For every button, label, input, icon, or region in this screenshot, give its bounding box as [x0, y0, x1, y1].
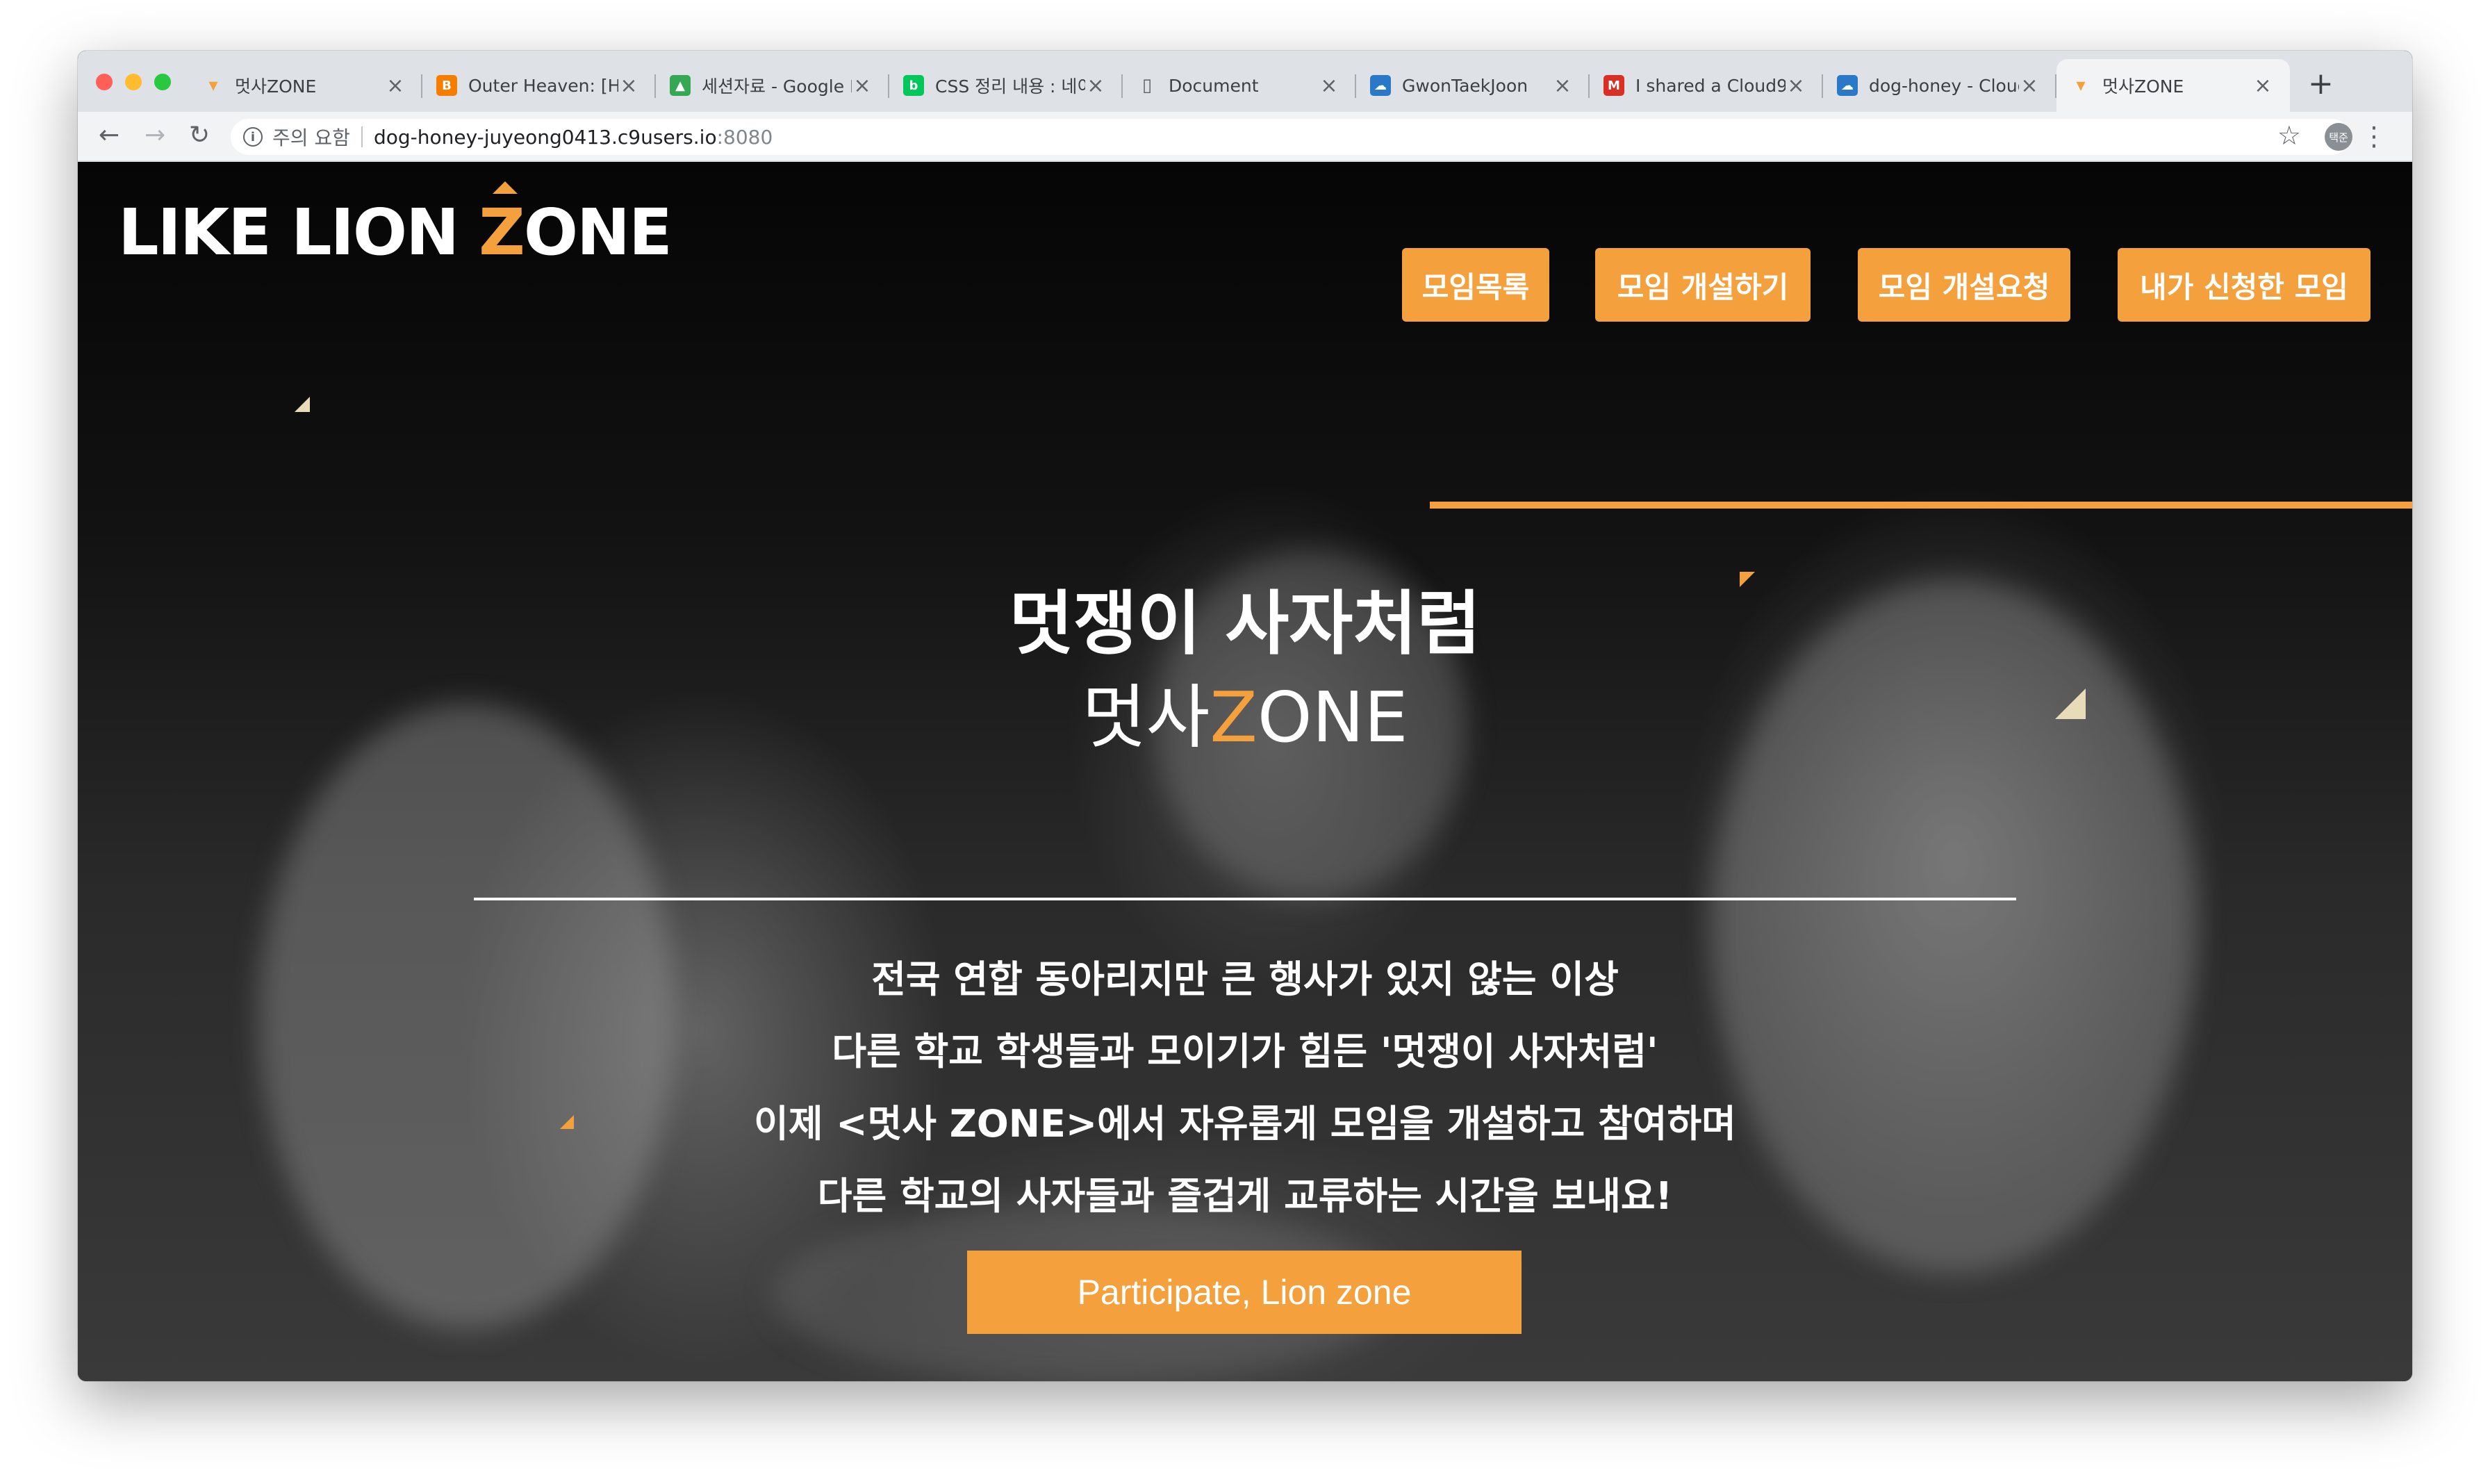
- participate-button[interactable]: Participate, Lion zone: [967, 1251, 1522, 1334]
- browser-tab[interactable]: M I shared a Cloud9 ×: [1590, 59, 1823, 112]
- hero-subtitle: 멋사ZONE: [1082, 677, 1408, 758]
- security-warning[interactable]: 주의 요함: [272, 123, 350, 151]
- accent-line: [1430, 502, 2412, 509]
- close-tab-icon[interactable]: ×: [385, 74, 406, 98]
- close-tab-icon[interactable]: ×: [2019, 74, 2040, 98]
- logo-caret-icon: [493, 181, 518, 194]
- browser-window: ▾ 멋사ZONE × B Outer Heaven: [HT × ▲ 세션자료 - Googl…: [78, 51, 2412, 1381]
- browser-tab[interactable]: ☁ GwonTaekJoon ×: [1356, 59, 1590, 112]
- tab-title: 멋사ZONE: [235, 76, 317, 97]
- cloud9-icon: ☁: [1837, 75, 1858, 96]
- info-icon[interactable]: i: [243, 127, 263, 147]
- profile-avatar[interactable]: 택준: [2325, 123, 2352, 151]
- tab-title: 멋사ZONE: [2102, 76, 2184, 97]
- logo-text: LIKE LION: [118, 195, 479, 270]
- close-tab-icon[interactable]: ×: [1319, 74, 1339, 98]
- browser-tab[interactable]: ▾ 멋사ZONE ×: [189, 59, 422, 112]
- hero-title: 멋쟁이 사자처럼: [1009, 583, 1481, 664]
- browser-tab[interactable]: B Outer Heaven: [HT ×: [422, 59, 656, 112]
- omnibox-divider: [361, 126, 363, 147]
- menu-meeting-list-button[interactable]: 모임목록: [1402, 248, 1549, 322]
- forward-arrow-icon[interactable]: →: [145, 122, 165, 149]
- lion-logo-icon: ▾: [208, 75, 218, 96]
- gmail-icon: M: [1603, 75, 1624, 96]
- logo-z: Z: [479, 181, 525, 270]
- tab-title: Outer Heaven: [HT: [468, 75, 618, 96]
- browser-menu-icon[interactable]: ⋮: [2361, 119, 2387, 154]
- close-tab-icon[interactable]: ×: [1085, 74, 1106, 98]
- cloud9-icon: ☁: [1370, 75, 1391, 96]
- google-drive-icon: ▲: [670, 75, 691, 96]
- description-line: 전국 연합 동아리지만 큰 행사가 있지 않는 이상: [871, 957, 1619, 1001]
- browser-toolbar: ← → ↻ i 주의 요함 dog-honey-juyeong0413.c9us…: [78, 112, 2412, 162]
- address-bar[interactable]: i 주의 요함 dog-honey-juyeong0413.c9users.io…: [231, 119, 2350, 155]
- bookmark-star-icon[interactable]: ☆: [2277, 120, 2301, 151]
- url-port[interactable]: :8080: [717, 126, 773, 149]
- site-logo[interactable]: LIKE LION ZONE: [118, 181, 673, 270]
- naver-blog-icon: b: [903, 75, 924, 96]
- browser-tab[interactable]: b CSS 정리 내용 : 네이 ×: [889, 59, 1123, 112]
- tab-title: CSS 정리 내용 : 네이: [935, 76, 1085, 97]
- close-window-button[interactable]: [96, 74, 113, 90]
- browser-tab[interactable]: ▾ 멋사ZONE ×: [2056, 59, 2290, 112]
- document-icon: ▯: [1141, 75, 1153, 96]
- close-tab-icon[interactable]: ×: [852, 74, 873, 98]
- minimize-window-button[interactable]: [125, 74, 142, 90]
- blogger-icon: B: [436, 75, 457, 96]
- close-tab-icon[interactable]: ×: [618, 74, 639, 98]
- url-host[interactable]: dog-honey-juyeong0413.c9users.io: [374, 126, 717, 149]
- landing-page: LIKE LION ZONE 모임목록 모임 개설하기 모임 개설요청 내가 신…: [78, 162, 2412, 1381]
- menu-create-meeting-button[interactable]: 모임 개설하기: [1595, 248, 1811, 322]
- description-line: 다른 학교의 사자들과 즐겁게 교류하는 시간을 보내요!: [817, 1174, 1673, 1218]
- close-tab-icon[interactable]: ×: [1552, 74, 1573, 98]
- new-tab-button[interactable]: +: [2308, 69, 2334, 99]
- browser-tab[interactable]: ▯ Document ×: [1123, 59, 1356, 112]
- tab-title: GwonTaekJoon: [1402, 75, 1528, 96]
- tab-title: Document: [1169, 75, 1259, 96]
- maximize-window-button[interactable]: [154, 74, 171, 90]
- lion-logo-icon: ▾: [2076, 75, 2086, 96]
- decor-triangle: [295, 397, 310, 412]
- reload-icon[interactable]: ↻: [189, 122, 210, 149]
- tab-strip: ▾ 멋사ZONE × B Outer Heaven: [HT × ▲ 세션자료 - Googl…: [189, 59, 2290, 112]
- browser-tab[interactable]: ▲ 세션자료 - Google D ×: [656, 59, 889, 112]
- description-line: 다른 학교 학생들과 모이기가 힘든 '멋쟁이 사자처럼': [832, 1030, 1658, 1073]
- tab-title: 세션자료 - Google D: [702, 76, 852, 97]
- browser-tab[interactable]: ☁ dog-honey - Cloud ×: [1823, 59, 2056, 112]
- tab-title: dog-honey - Cloud: [1869, 75, 2019, 96]
- menu-request-meeting-button[interactable]: 모임 개설요청: [1858, 248, 2070, 322]
- menu-my-meetings-button[interactable]: 내가 신청한 모임: [2118, 248, 2371, 322]
- logo-text-suffix: ONE: [523, 195, 673, 270]
- hero-divider: [474, 898, 2016, 900]
- tab-title: I shared a Cloud9: [1635, 75, 1786, 96]
- tab-bar: ▾ 멋사ZONE × B Outer Heaven: [HT × ▲ 세션자료 - Googl…: [78, 51, 2412, 112]
- window-controls: [96, 74, 171, 90]
- hero-description: 전국 연합 동아리지만 큰 행사가 있지 않는 이상 다른 학교 학생들과 모이…: [78, 943, 2412, 1232]
- close-tab-icon[interactable]: ×: [1786, 74, 1806, 98]
- close-tab-icon[interactable]: ×: [2252, 74, 2273, 98]
- back-arrow-icon[interactable]: ←: [99, 122, 119, 149]
- description-line: 이제 <멋사 ZONE>에서 자유롭게 모임을 개설하고 참여하며: [754, 1102, 1736, 1146]
